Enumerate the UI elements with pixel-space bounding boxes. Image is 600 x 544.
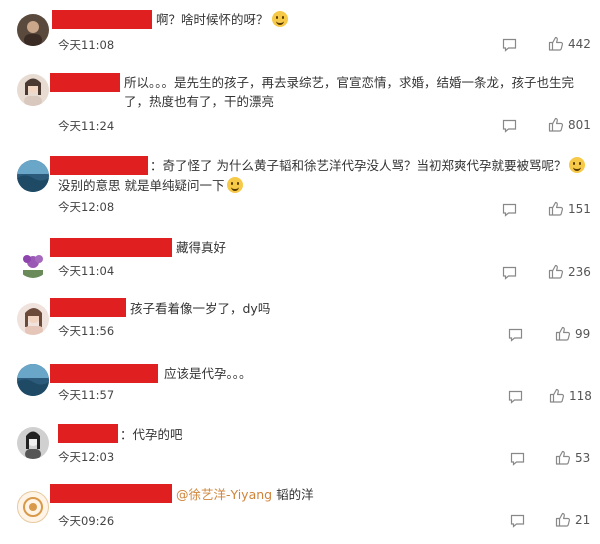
thumbs-up-icon[interactable] — [555, 326, 571, 345]
comment-item: @徐艺洋-Yiyang 韬的洋 今天09:26 21 — [0, 475, 600, 544]
comment-time: 今天11:56 — [58, 324, 115, 338]
comment-icon[interactable] — [502, 265, 517, 284]
comment-icon[interactable] — [508, 327, 523, 346]
comment-text: ：奇了怪了 为什么黄子韬和徐艺洋代孕没人骂？当初郑爽代孕就要被骂呢？ — [150, 158, 567, 173]
avatar[interactable] — [17, 160, 49, 192]
thumbs-up-icon[interactable] — [549, 388, 565, 407]
comment-icon[interactable] — [510, 513, 525, 532]
redacted-username — [50, 238, 172, 257]
like-count: 151 — [568, 202, 591, 216]
redacted-username — [58, 424, 118, 443]
thinking-emoji-icon — [569, 157, 586, 173]
comment-item: ：奇了怪了 为什么黄子韬和徐艺洋代孕没人骂？当初郑爽代孕就要被骂呢？ 没别的意思… — [0, 145, 600, 225]
comment-time: 今天12:03 — [58, 450, 115, 464]
comment-time: 今天12:08 — [58, 200, 115, 214]
comment-icon[interactable] — [502, 37, 517, 56]
like-count: 442 — [568, 37, 591, 51]
comment-time: 今天09:26 — [58, 514, 115, 528]
redacted-username — [50, 156, 148, 175]
redacted-username — [50, 73, 120, 92]
comment-icon[interactable] — [510, 451, 525, 470]
thumbs-up-icon[interactable] — [555, 450, 571, 469]
comment-item: ：代孕的吧 今天12:03 53 — [0, 415, 600, 475]
avatar[interactable] — [17, 74, 49, 106]
like-count: 99 — [575, 327, 591, 341]
redacted-username — [50, 298, 126, 317]
thumbs-up-icon[interactable] — [548, 117, 564, 136]
comment-item: 孩子看着像一岁了，dy吗 今天11:56 99 — [0, 285, 600, 350]
comment-icon[interactable] — [502, 202, 517, 221]
comment-item: 藏得真好 今天11:04 236 — [0, 225, 600, 285]
redacted-username — [52, 10, 152, 29]
comment-text: 应该是代孕。。。 — [164, 366, 252, 381]
logo-avatar-icon — [23, 497, 43, 517]
comment-text-continued: 没别的意思 就是单纯疑问一下 — [58, 176, 244, 195]
comment-time: 今天11:04 — [58, 264, 115, 278]
comment-item: 所以。。。是先生的孩子，再去录综艺，官宣恋情，求婚，结婚一条龙，孩子也生完了，热… — [0, 60, 600, 145]
thumbs-up-icon[interactable] — [548, 36, 564, 55]
user-avatar-icon — [24, 21, 42, 46]
comment-time: 今天11:08 — [58, 38, 115, 52]
avatar[interactable] — [17, 14, 49, 46]
comment-time: 今天11:57 — [58, 388, 115, 402]
comment-text: 藏得真好 — [176, 240, 227, 255]
comment-icon[interactable] — [508, 389, 523, 408]
comment-text: 孩子看着像一岁了，dy吗 — [130, 301, 271, 316]
avatar[interactable] — [17, 427, 49, 459]
laughing-emoji-icon — [271, 11, 288, 27]
comment-text: 啊？啥时候怀的呀？ — [156, 12, 269, 27]
like-count: 118 — [569, 389, 592, 403]
user-mention-link[interactable]: @徐艺洋-Yiyang — [176, 487, 272, 502]
ocean-avatar-icon — [17, 364, 49, 396]
redacted-username — [50, 484, 172, 503]
like-count: 236 — [568, 265, 591, 279]
thumbs-up-icon[interactable] — [555, 512, 571, 531]
comment-text: 所以。。。是先生的孩子，再去录综艺，官宣恋情，求婚，结婚一条龙，孩子也生完了，热… — [124, 75, 575, 109]
ocean-avatar-icon — [17, 160, 49, 192]
comment-text: ：代孕的吧 — [120, 427, 183, 442]
like-count: 21 — [575, 513, 591, 527]
comment-icon[interactable] — [502, 118, 517, 137]
comment-text: 韬的洋 — [276, 487, 314, 502]
thumbs-up-icon[interactable] — [548, 201, 564, 220]
comment-time: 今天11:24 — [58, 119, 115, 133]
user-avatar-icon — [25, 308, 43, 335]
user-avatar-icon — [24, 78, 42, 106]
thinking-emoji-icon — [227, 177, 244, 193]
flower-avatar-icon — [23, 255, 43, 278]
avatar[interactable] — [17, 303, 49, 335]
thumbs-up-icon[interactable] — [548, 264, 564, 283]
avatar[interactable] — [17, 246, 49, 278]
avatar[interactable] — [17, 364, 49, 396]
like-count: 53 — [575, 451, 591, 465]
comment-item: 应该是代孕。。。 今天11:57 118 — [0, 350, 600, 415]
comment-item: 啊？啥时候怀的呀？ 今天11:08 442 — [0, 0, 600, 60]
avatar[interactable] — [17, 491, 49, 523]
redacted-username — [50, 364, 158, 383]
like-count: 801 — [568, 118, 591, 132]
user-avatar-icon — [25, 431, 41, 459]
